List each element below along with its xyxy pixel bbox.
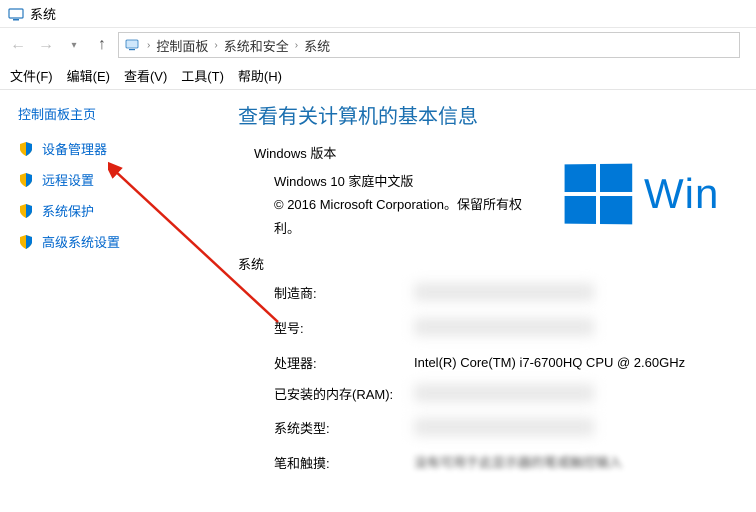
page-heading: 查看有关计算机的基本信息 [238, 100, 756, 129]
chevron-right-icon: › [147, 40, 150, 51]
sidebar-item-advanced-settings[interactable]: 高级系统设置 [18, 232, 214, 251]
spec-row-model: 型号: [274, 318, 756, 343]
spec-key: 处理器: [274, 353, 414, 372]
redacted-value [414, 384, 594, 402]
up-button[interactable]: ↑ [90, 33, 114, 57]
sidebar-item-label: 系统保护 [42, 201, 94, 220]
system-section-label: 系统 [238, 254, 756, 273]
copyright-text: © 2016 Microsoft Corporation。保留所有权利。 [274, 193, 544, 240]
sidebar-item-label: 高级系统设置 [42, 232, 120, 251]
menubar: 文件(F) 编辑(E) 查看(V) 工具(T) 帮助(H) [0, 62, 756, 90]
menu-edit[interactable]: 编辑(E) [67, 66, 110, 85]
redacted-value [414, 283, 594, 301]
breadcrumb-item[interactable]: 系统 [304, 36, 330, 55]
sidebar-item-device-manager[interactable]: 设备管理器 [18, 139, 214, 158]
sidebar: 控制面板主页 设备管理器 远程设置 系统保护 [0, 90, 230, 512]
titlebar: 系统 [0, 0, 756, 28]
spec-value: Intel(R) Core(TM) i7-6700HQ CPU @ 2.60GH… [414, 353, 714, 374]
edition-name: Windows 10 家庭中文版 [274, 170, 544, 193]
breadcrumb[interactable]: › 控制面板 › 系统和安全 › 系统 [118, 32, 740, 58]
forward-button[interactable]: → [34, 33, 58, 57]
sidebar-item-label: 远程设置 [42, 170, 94, 189]
window-title: 系统 [30, 4, 56, 23]
spec-key: 系统类型: [274, 418, 414, 437]
main-area: 控制面板主页 设备管理器 远程设置 系统保护 [0, 90, 756, 512]
windows-logo-icon [565, 164, 633, 225]
spec-key: 笔和触摸: [274, 453, 414, 472]
spec-row-processor: 处理器: Intel(R) Core(TM) i7-6700HQ CPU @ 2… [274, 353, 756, 374]
breadcrumb-item[interactable]: 系统和安全 [224, 36, 289, 55]
sidebar-item-system-protection[interactable]: 系统保护 [18, 201, 214, 220]
redacted-value [414, 318, 594, 336]
windows-brand-text: Win [644, 170, 719, 218]
spec-row-pen-touch: 笔和触摸: 没有可用于此显示器的笔或触控输入 [274, 453, 756, 474]
breadcrumb-item[interactable]: 控制面板 [156, 36, 208, 55]
control-panel-home-link[interactable]: 控制面板主页 [18, 104, 214, 123]
spec-row-ram: 已安装的内存(RAM): [274, 384, 756, 409]
sidebar-item-label: 设备管理器 [42, 139, 107, 158]
sidebar-item-remote-settings[interactable]: 远程设置 [18, 170, 214, 189]
shield-icon [18, 203, 34, 219]
spec-row-system-type: 系统类型: [274, 418, 756, 443]
menu-file[interactable]: 文件(F) [10, 66, 53, 85]
spec-row-manufacturer: 制造商: [274, 283, 756, 308]
menu-view[interactable]: 查看(V) [124, 66, 167, 85]
menu-tools[interactable]: 工具(T) [181, 66, 224, 85]
spec-value: 没有可用于此显示器的笔或触控输入 [414, 453, 714, 474]
shield-icon [18, 141, 34, 157]
menu-help[interactable]: 帮助(H) [238, 66, 282, 85]
control-panel-icon [125, 37, 141, 53]
system-icon [8, 6, 24, 22]
spec-key: 制造商: [274, 283, 414, 302]
chevron-right-icon: › [214, 40, 217, 51]
recent-dropdown[interactable]: ▾ [62, 33, 86, 57]
back-button[interactable]: ← [6, 33, 30, 57]
nav-row: ← → ▾ ↑ › 控制面板 › 系统和安全 › 系统 [0, 28, 756, 62]
edition-section-label: Windows 版本 [254, 143, 756, 162]
spec-key: 型号: [274, 318, 414, 337]
shield-icon [18, 172, 34, 188]
windows-logo: Win [564, 164, 719, 224]
spec-key: 已安装的内存(RAM): [274, 384, 414, 403]
content-pane: 查看有关计算机的基本信息 Windows 版本 Windows 10 家庭中文版… [230, 90, 756, 512]
shield-icon [18, 234, 34, 250]
redacted-value [414, 418, 594, 436]
chevron-right-icon: › [295, 40, 298, 51]
